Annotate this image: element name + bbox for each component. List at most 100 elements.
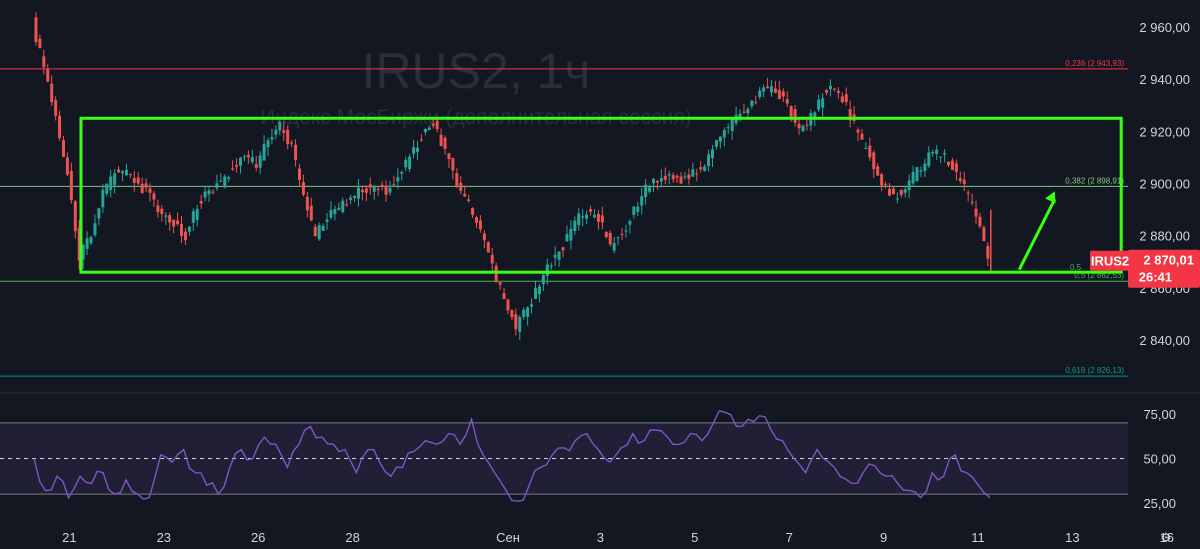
- candle-body: [329, 210, 333, 218]
- candle-body: [978, 216, 982, 227]
- price-tick-label: 2 960,00: [1139, 20, 1190, 35]
- candle-body: [856, 129, 860, 133]
- candle-body: [652, 178, 655, 184]
- candle-body: [671, 174, 675, 180]
- candle-body: [891, 188, 895, 195]
- candle-body: [475, 217, 478, 223]
- time-tick-label: 3: [597, 530, 604, 545]
- candle-body: [966, 192, 970, 194]
- candle-body: [152, 193, 156, 200]
- candle-body: [117, 169, 121, 173]
- candle-body: [573, 220, 577, 231]
- candle-body: [38, 38, 42, 49]
- candle-body: [864, 148, 868, 150]
- candle-body: [305, 196, 309, 211]
- price-tick-label: 2 940,00: [1139, 72, 1190, 87]
- candle-body: [254, 164, 258, 168]
- candle-body: [412, 147, 416, 154]
- candle-body: [227, 177, 231, 179]
- candle-body: [266, 140, 270, 148]
- candle-body: [628, 221, 632, 225]
- candle-body: [235, 165, 239, 167]
- candle-body: [679, 176, 683, 184]
- candle-body: [376, 188, 380, 190]
- candle-body: [42, 56, 46, 68]
- time-tick-label: 13: [1065, 530, 1079, 545]
- candle-body: [439, 134, 443, 147]
- candle-body: [722, 130, 726, 138]
- candle-body: [632, 206, 636, 215]
- candle-body: [239, 157, 242, 166]
- candle-body: [640, 195, 644, 206]
- candle-body: [396, 177, 400, 182]
- candle-body: [207, 190, 211, 195]
- candle-body: [223, 176, 227, 188]
- candle-body: [880, 174, 884, 186]
- candle-body: [561, 247, 565, 251]
- candle-body: [553, 254, 557, 258]
- candle-body: [895, 198, 899, 200]
- candle-body: [860, 133, 864, 140]
- candle-body: [923, 163, 927, 171]
- candle-body: [191, 211, 195, 223]
- candle-body: [270, 137, 274, 140]
- candle-body: [309, 205, 313, 221]
- candle-body: [899, 190, 903, 196]
- candle-body: [168, 215, 172, 223]
- candle-body: [455, 173, 459, 188]
- last-price-countdown: 26:41: [1139, 270, 1172, 285]
- symbol-badge-label: IRUS2: [1091, 254, 1129, 269]
- price-tick-label: 2 900,00: [1139, 177, 1190, 192]
- candle-body: [290, 142, 294, 144]
- candle-body: [392, 184, 396, 186]
- candle-body: [408, 156, 412, 170]
- candle-body: [128, 173, 132, 175]
- candle-body: [463, 193, 467, 197]
- last-price-value: 2 870,01: [1143, 253, 1194, 268]
- candle-body: [101, 189, 105, 208]
- candle-body: [931, 152, 935, 154]
- candle-body: [467, 199, 471, 201]
- chart-canvas: IRUS2, 1ч Индекс МосБиржи (дополнительна…: [0, 0, 1200, 549]
- candle-body: [199, 201, 203, 204]
- candle-body: [250, 157, 254, 163]
- candle-body: [360, 189, 364, 193]
- candle-body: [242, 156, 246, 158]
- candle-body: [537, 286, 541, 295]
- candle-body: [620, 234, 624, 236]
- candle-body: [246, 154, 250, 158]
- candle-body: [954, 163, 958, 172]
- candle-body: [789, 106, 793, 117]
- candle-body: [596, 214, 600, 222]
- time-tick-label: 28: [345, 530, 359, 545]
- candle-body: [821, 98, 825, 108]
- candle-body: [545, 264, 549, 277]
- candle-body: [777, 90, 781, 99]
- rsi-tick-label: 25,00: [1143, 496, 1176, 511]
- candle-body: [321, 225, 325, 231]
- candle-body: [195, 208, 199, 220]
- candle-body: [754, 102, 758, 104]
- candle-body: [447, 153, 451, 159]
- candle-body: [345, 204, 349, 206]
- candle-body: [714, 140, 718, 147]
- candle-body: [943, 153, 947, 155]
- candle-body: [176, 220, 180, 225]
- candle-body: [317, 225, 321, 240]
- candle-body: [974, 208, 978, 217]
- fib-label-3: 0,618 (2 826,13): [1065, 366, 1124, 375]
- candle-body: [349, 197, 353, 201]
- candle-body: [215, 183, 219, 189]
- candle-body: [298, 168, 301, 180]
- candle-body: [278, 121, 282, 131]
- candle-body: [258, 155, 262, 168]
- candle-body: [667, 174, 671, 176]
- settings-icon[interactable]: ⚙: [1160, 530, 1172, 545]
- candle-body: [616, 237, 620, 239]
- candle-body: [203, 191, 207, 198]
- candle-body: [986, 246, 990, 259]
- candle-body: [581, 216, 585, 218]
- candle-body: [380, 184, 384, 188]
- candle-body: [325, 219, 329, 222]
- time-tick-label: Сен: [496, 530, 520, 545]
